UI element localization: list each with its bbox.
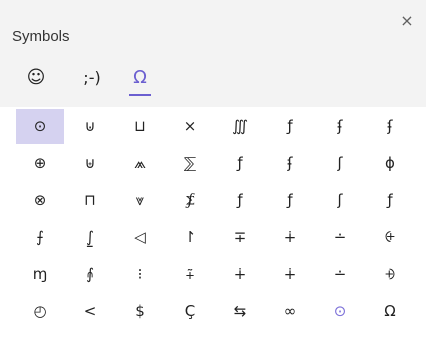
symbol-cell[interactable]: ⊕ (16, 146, 64, 181)
symbol-cell[interactable]: ∞ (266, 294, 314, 329)
symbol-cell[interactable]: ⅀ (166, 146, 214, 181)
symbol-cell[interactable]: ⇆ (216, 294, 264, 329)
tab-kaomoji[interactable]: ;-) (72, 64, 112, 94)
symbol-cell[interactable]: ⩔ (116, 183, 164, 218)
symbol-cell[interactable]: ⨤ (166, 257, 214, 292)
symbol-cell[interactable]: ɸ (366, 146, 414, 181)
symbol-cell[interactable]: ƒ (266, 109, 314, 144)
symbol-cell[interactable]: ∔ (266, 220, 314, 255)
symbol-cell[interactable]: Ç (166, 294, 214, 329)
symbol-cell[interactable]: ⨍ (16, 220, 64, 255)
symbol-cell[interactable]: × (166, 109, 214, 144)
symbol-cell[interactable]: ⊙ (16, 109, 64, 144)
symbol-cell[interactable]: ∔ (216, 257, 264, 292)
symbol-cell[interactable]: ⨭ (366, 220, 414, 255)
close-icon[interactable]: × (398, 12, 416, 30)
symbol-cell[interactable]: ɱ (16, 257, 64, 292)
symbol-cell[interactable]: $ (116, 294, 164, 329)
symbol-cell[interactable]: ⊎ (66, 146, 114, 181)
symbol-cell[interactable]: < (66, 294, 114, 329)
symbol-cell[interactable]: ∸ (316, 220, 364, 255)
panel-header: Symbols × ☺ ;-) Ω (0, 0, 426, 107)
omega-icon: Ω (133, 67, 147, 88)
symbol-cell[interactable]: ⨋ (166, 183, 214, 218)
symbol-cell[interactable]: ⊔ (116, 109, 164, 144)
symbol-cell[interactable]: ʄ (266, 146, 314, 181)
tab-symbols[interactable]: Ω (124, 64, 156, 96)
symbol-cell[interactable]: ∓ (216, 220, 264, 255)
symbol-cell[interactable]: ⨜ (66, 220, 114, 255)
symbol-cell[interactable]: ⁝ (116, 257, 164, 292)
symbol-cell[interactable]: ƒ (216, 146, 264, 181)
kaomoji-label: ;-) (83, 68, 101, 87)
symbol-cell[interactable]: ∭ (216, 109, 264, 144)
symbol-cell[interactable]: ◴ (16, 294, 64, 329)
active-tab-indicator (129, 94, 151, 96)
symbol-cell[interactable]: ◁ (116, 220, 164, 255)
symbol-cell[interactable]: ⊙ (316, 294, 364, 329)
symbol-cell[interactable]: ↾ (166, 220, 214, 255)
symbol-cell[interactable]: ∸ (316, 257, 364, 292)
symbol-cell[interactable]: ƒ (266, 183, 314, 218)
symbol-cell[interactable]: ⩕ (116, 146, 164, 181)
symbol-cell[interactable]: ⊓ (66, 183, 114, 218)
symbol-cell[interactable]: ⊍ (66, 109, 114, 144)
symbol-cell[interactable]: ⨙ (66, 257, 114, 292)
tab-emoji[interactable]: ☺ (20, 64, 52, 94)
symbols-panel: Symbols × ☺ ;-) Ω ⊙ ⊍ ⊔ × ∭ ƒ ʄ ʄ ⊕ ⊎ ⩕ ⅀ ƒ ʄ ʃ ɸ ⊗ ⊓ ⩔ ⨋ ƒ ƒ… (0, 0, 426, 343)
symbol-cell[interactable]: ʄ (316, 109, 364, 144)
symbol-cell[interactable]: ⨮ (366, 257, 414, 292)
smiley-icon: ☺ (26, 67, 46, 88)
symbol-cell[interactable]: ʃ (316, 146, 364, 181)
symbol-cell[interactable]: Ω (366, 294, 414, 329)
symbol-cell[interactable]: ƒ (366, 183, 414, 218)
symbol-cell[interactable]: ⊗ (16, 183, 64, 218)
symbol-cell[interactable]: ʃ (316, 183, 364, 218)
symbol-cell[interactable]: ∔ (266, 257, 314, 292)
symbol-cell[interactable]: ƒ (216, 183, 264, 218)
panel-title: Symbols (12, 28, 70, 45)
symbol-cell[interactable]: ʄ (366, 109, 414, 144)
